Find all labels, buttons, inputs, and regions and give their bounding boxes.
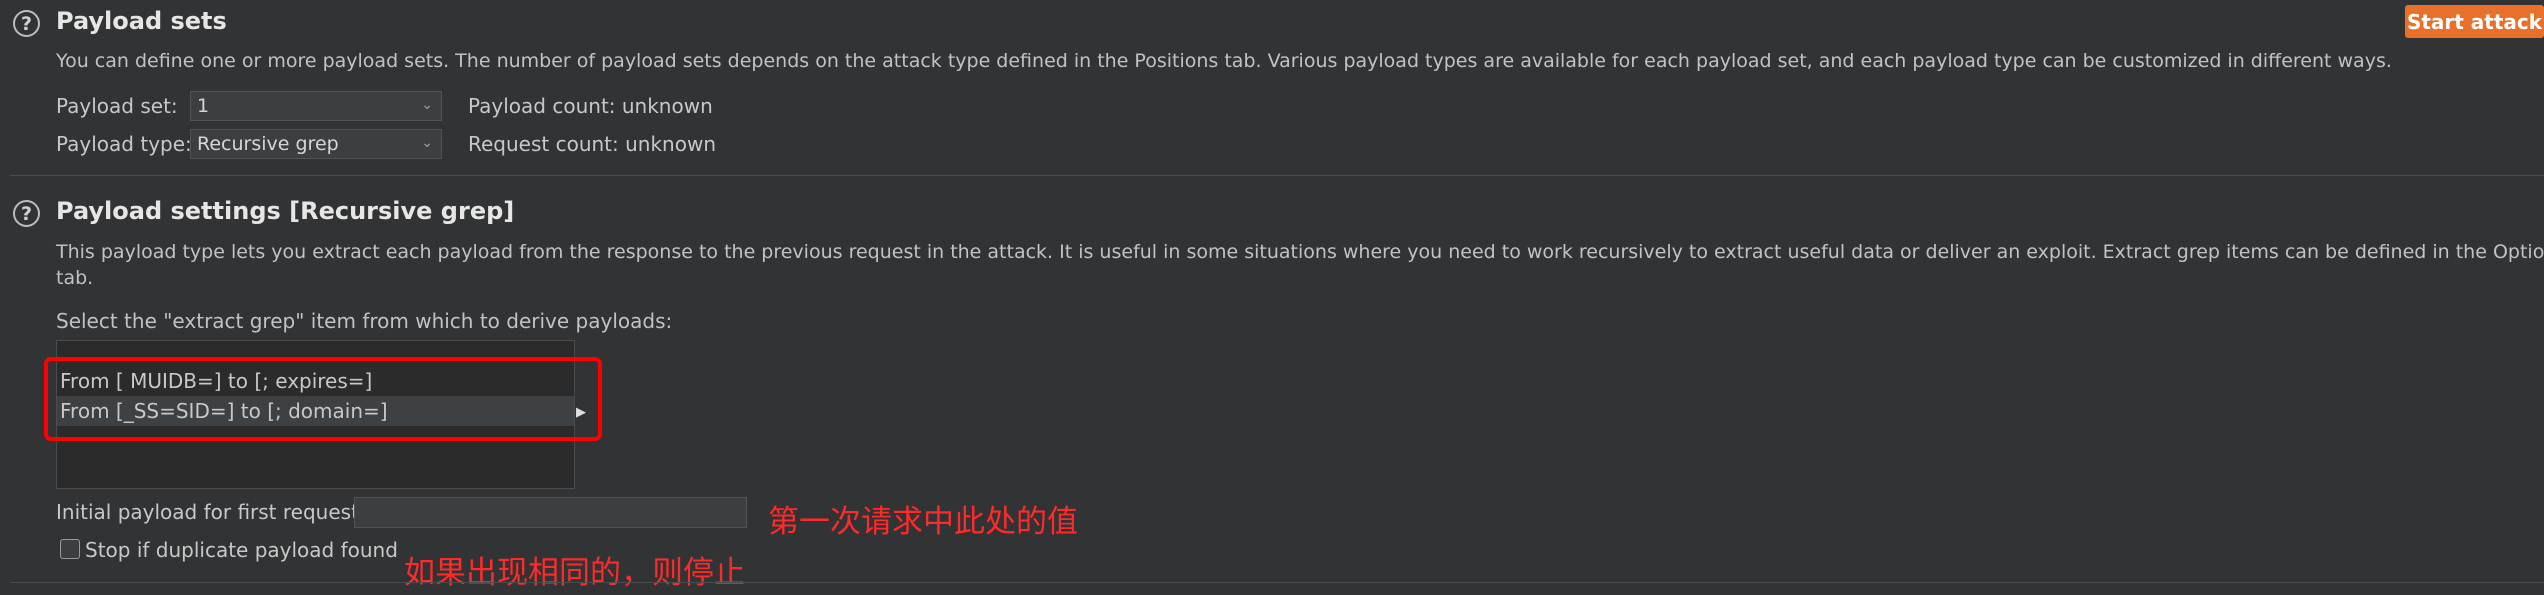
stop-duplicate-checkbox[interactable]: [60, 539, 80, 559]
payload-sets-title: Payload sets: [56, 7, 227, 35]
payload-type-select[interactable]: Recursive grep ⌄: [190, 129, 442, 159]
start-attack-button[interactable]: Start attack: [2405, 5, 2544, 38]
payload-settings-description: This payload type lets you extract each …: [56, 241, 2544, 263]
payload-sets-description: You can define one or more payload sets.…: [56, 50, 2392, 72]
payload-type-label: Payload type:: [56, 132, 192, 156]
payload-set-label: Payload set:: [56, 94, 178, 118]
annotation-initial-value: 第一次请求中此处的值: [768, 504, 1078, 540]
help-icon[interactable]: ?: [13, 10, 40, 37]
chevron-down-icon: ⌄: [421, 97, 433, 113]
request-count: Request count: unknown: [468, 132, 716, 156]
annotation-duplicate: 如果出现相同的，则停止: [404, 555, 745, 591]
section-divider: [10, 175, 2544, 176]
payload-count: Payload count: unknown: [468, 94, 713, 118]
highlight-box: [44, 357, 602, 441]
payload-type-value: Recursive grep: [197, 133, 339, 155]
initial-payload-input[interactable]: [354, 497, 747, 528]
payload-settings-title: Payload settings [Recursive grep]: [56, 197, 515, 225]
chevron-down-icon: ⌄: [421, 135, 433, 151]
extract-grep-select-label: Select the "extract grep" item from whic…: [56, 309, 673, 333]
payload-set-select[interactable]: 1 ⌄: [190, 91, 442, 121]
payload-set-value: 1: [197, 95, 210, 117]
help-icon[interactable]: ?: [13, 200, 40, 227]
initial-payload-label: Initial payload for first request:: [56, 500, 366, 524]
section-divider: [10, 582, 2544, 583]
stop-duplicate-label: Stop if duplicate payload found: [85, 538, 398, 562]
payload-settings-description-cont: tab.: [56, 267, 94, 289]
